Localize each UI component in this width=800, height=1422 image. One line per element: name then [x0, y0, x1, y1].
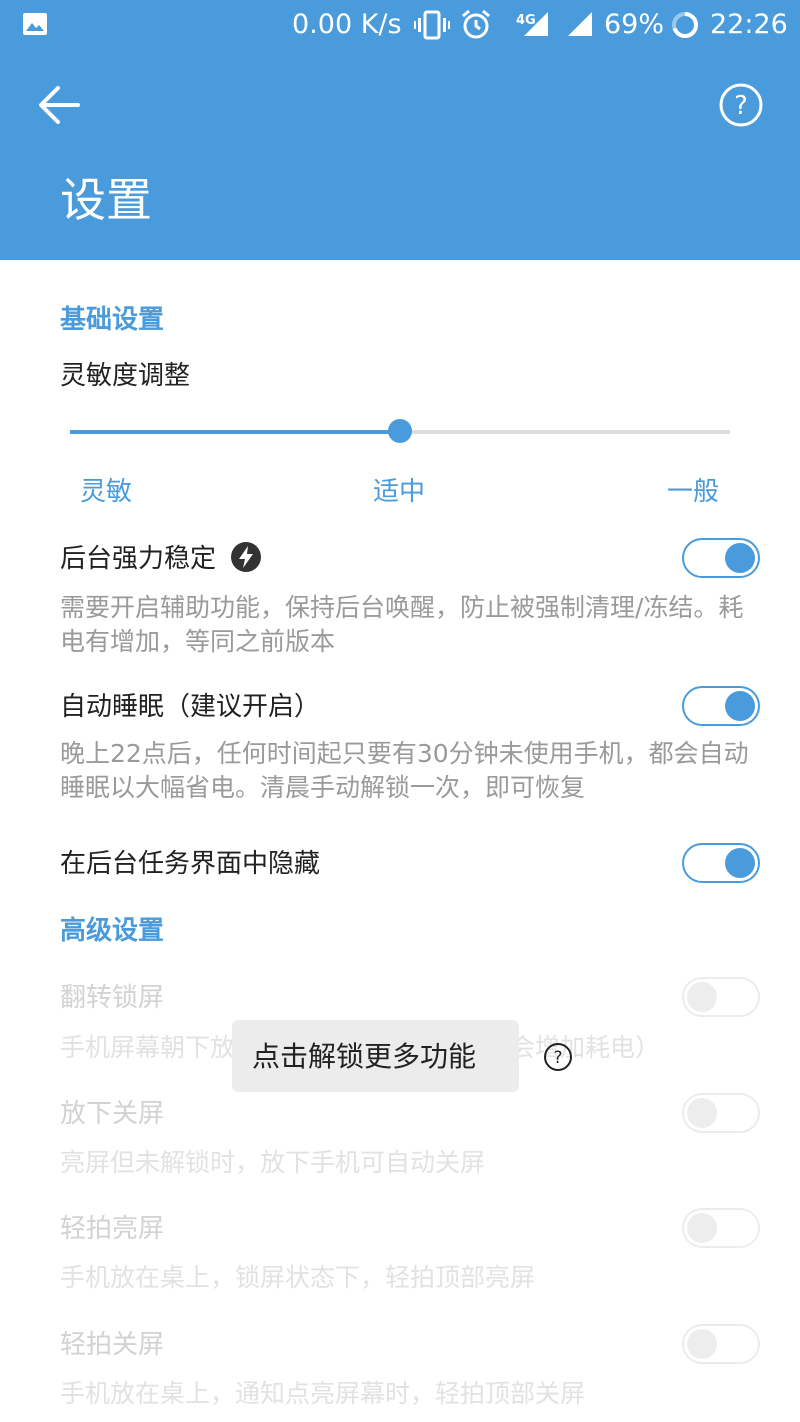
toggle-tap-wake[interactable] [682, 1208, 760, 1248]
section-header-basic: 基础设置 [60, 305, 165, 335]
setting-label-hide-recents: 在后台任务界面中隐藏 [60, 849, 321, 879]
toggle-knob [725, 848, 755, 878]
toggle-tap-screen-off[interactable] [682, 1324, 760, 1364]
svg-text:?: ? [734, 91, 748, 121]
setting-label-tap-screen-off: 轻拍关屏 [60, 1330, 165, 1360]
slider-tick-sensitive: 灵敏 [80, 477, 133, 507]
network-speed: 0.00 K/s [292, 9, 402, 40]
section-header-advanced: 高级设置 [60, 916, 165, 946]
sensitivity-slider[interactable] [70, 419, 730, 443]
page-title: 设置 [60, 173, 152, 227]
toggle-hide-recents[interactable] [682, 843, 760, 883]
setting-label-putdown-screen-off: 放下关屏 [60, 1099, 165, 1129]
toggle-flip-lock[interactable] [682, 977, 760, 1017]
slider-fill [70, 430, 400, 434]
slider-tick-medium: 适中 [373, 477, 426, 507]
alarm-icon [462, 9, 490, 39]
toggle-knob [687, 1098, 717, 1128]
setting-label-flip-lock: 翻转锁屏 [60, 983, 165, 1013]
svg-text:?: ? [553, 1048, 562, 1068]
toggle-knob [725, 691, 755, 721]
toggle-background-stable[interactable] [682, 538, 760, 578]
toggle-knob [687, 982, 717, 1012]
setting-desc-auto-sleep: 晚上22点后，任何时间起只要有30分钟未使用手机，都会自动睡眠以大幅省电。清晨手… [60, 739, 749, 802]
toggle-auto-sleep[interactable] [682, 686, 760, 726]
signal-icon [524, 12, 548, 36]
battery-ring-icon [672, 12, 698, 38]
image-icon [23, 13, 47, 35]
slider-tick-normal: 一般 [667, 477, 720, 507]
setting-desc-tap-wake: 手机放在桌上，锁屏状态下，轻拍顶部亮屏 [60, 1263, 536, 1292]
back-arrow-icon[interactable] [34, 82, 84, 128]
setting-label-auto-sleep: 自动睡眠（建议开启） [60, 692, 321, 722]
toggle-knob [687, 1329, 717, 1359]
unlock-more-label: 点击解锁更多功能 [252, 1040, 477, 1073]
vibrate-icon [414, 10, 450, 40]
toggle-knob [687, 1213, 717, 1243]
sensitivity-label: 灵敏度调整 [60, 361, 191, 391]
setting-label-background-stable: 后台强力稳定 [60, 541, 262, 577]
battery-percent: 69% [604, 9, 665, 40]
status-bar: 0.00 K/s 4G 69% 22:26 [0, 0, 800, 50]
setting-desc-putdown-screen-off: 亮屏但未解锁时，放下手机可自动关屏 [60, 1148, 486, 1177]
toggle-putdown-screen-off[interactable] [682, 1093, 760, 1133]
help-icon[interactable]: ? [718, 82, 764, 128]
slider-thumb[interactable] [388, 419, 412, 443]
lightning-icon [231, 541, 262, 572]
question-circle-icon[interactable]: ? [543, 1042, 573, 1072]
toggle-knob [725, 543, 755, 573]
setting-label-tap-wake: 轻拍亮屏 [60, 1214, 165, 1244]
signal-icon [568, 12, 592, 36]
clock: 22:26 [710, 9, 788, 40]
app-bar: 0.00 K/s 4G 69% 22:26 ? 设置 [0, 0, 800, 260]
setting-desc-background-stable: 需要开启辅助功能，保持后台唤醒，防止被强制清理/冻结。耗电有增加，等同之前版本 [60, 593, 744, 656]
setting-desc-tap-screen-off: 手机放在桌上，通知点亮屏幕时，轻拍顶部关屏 [60, 1379, 586, 1408]
